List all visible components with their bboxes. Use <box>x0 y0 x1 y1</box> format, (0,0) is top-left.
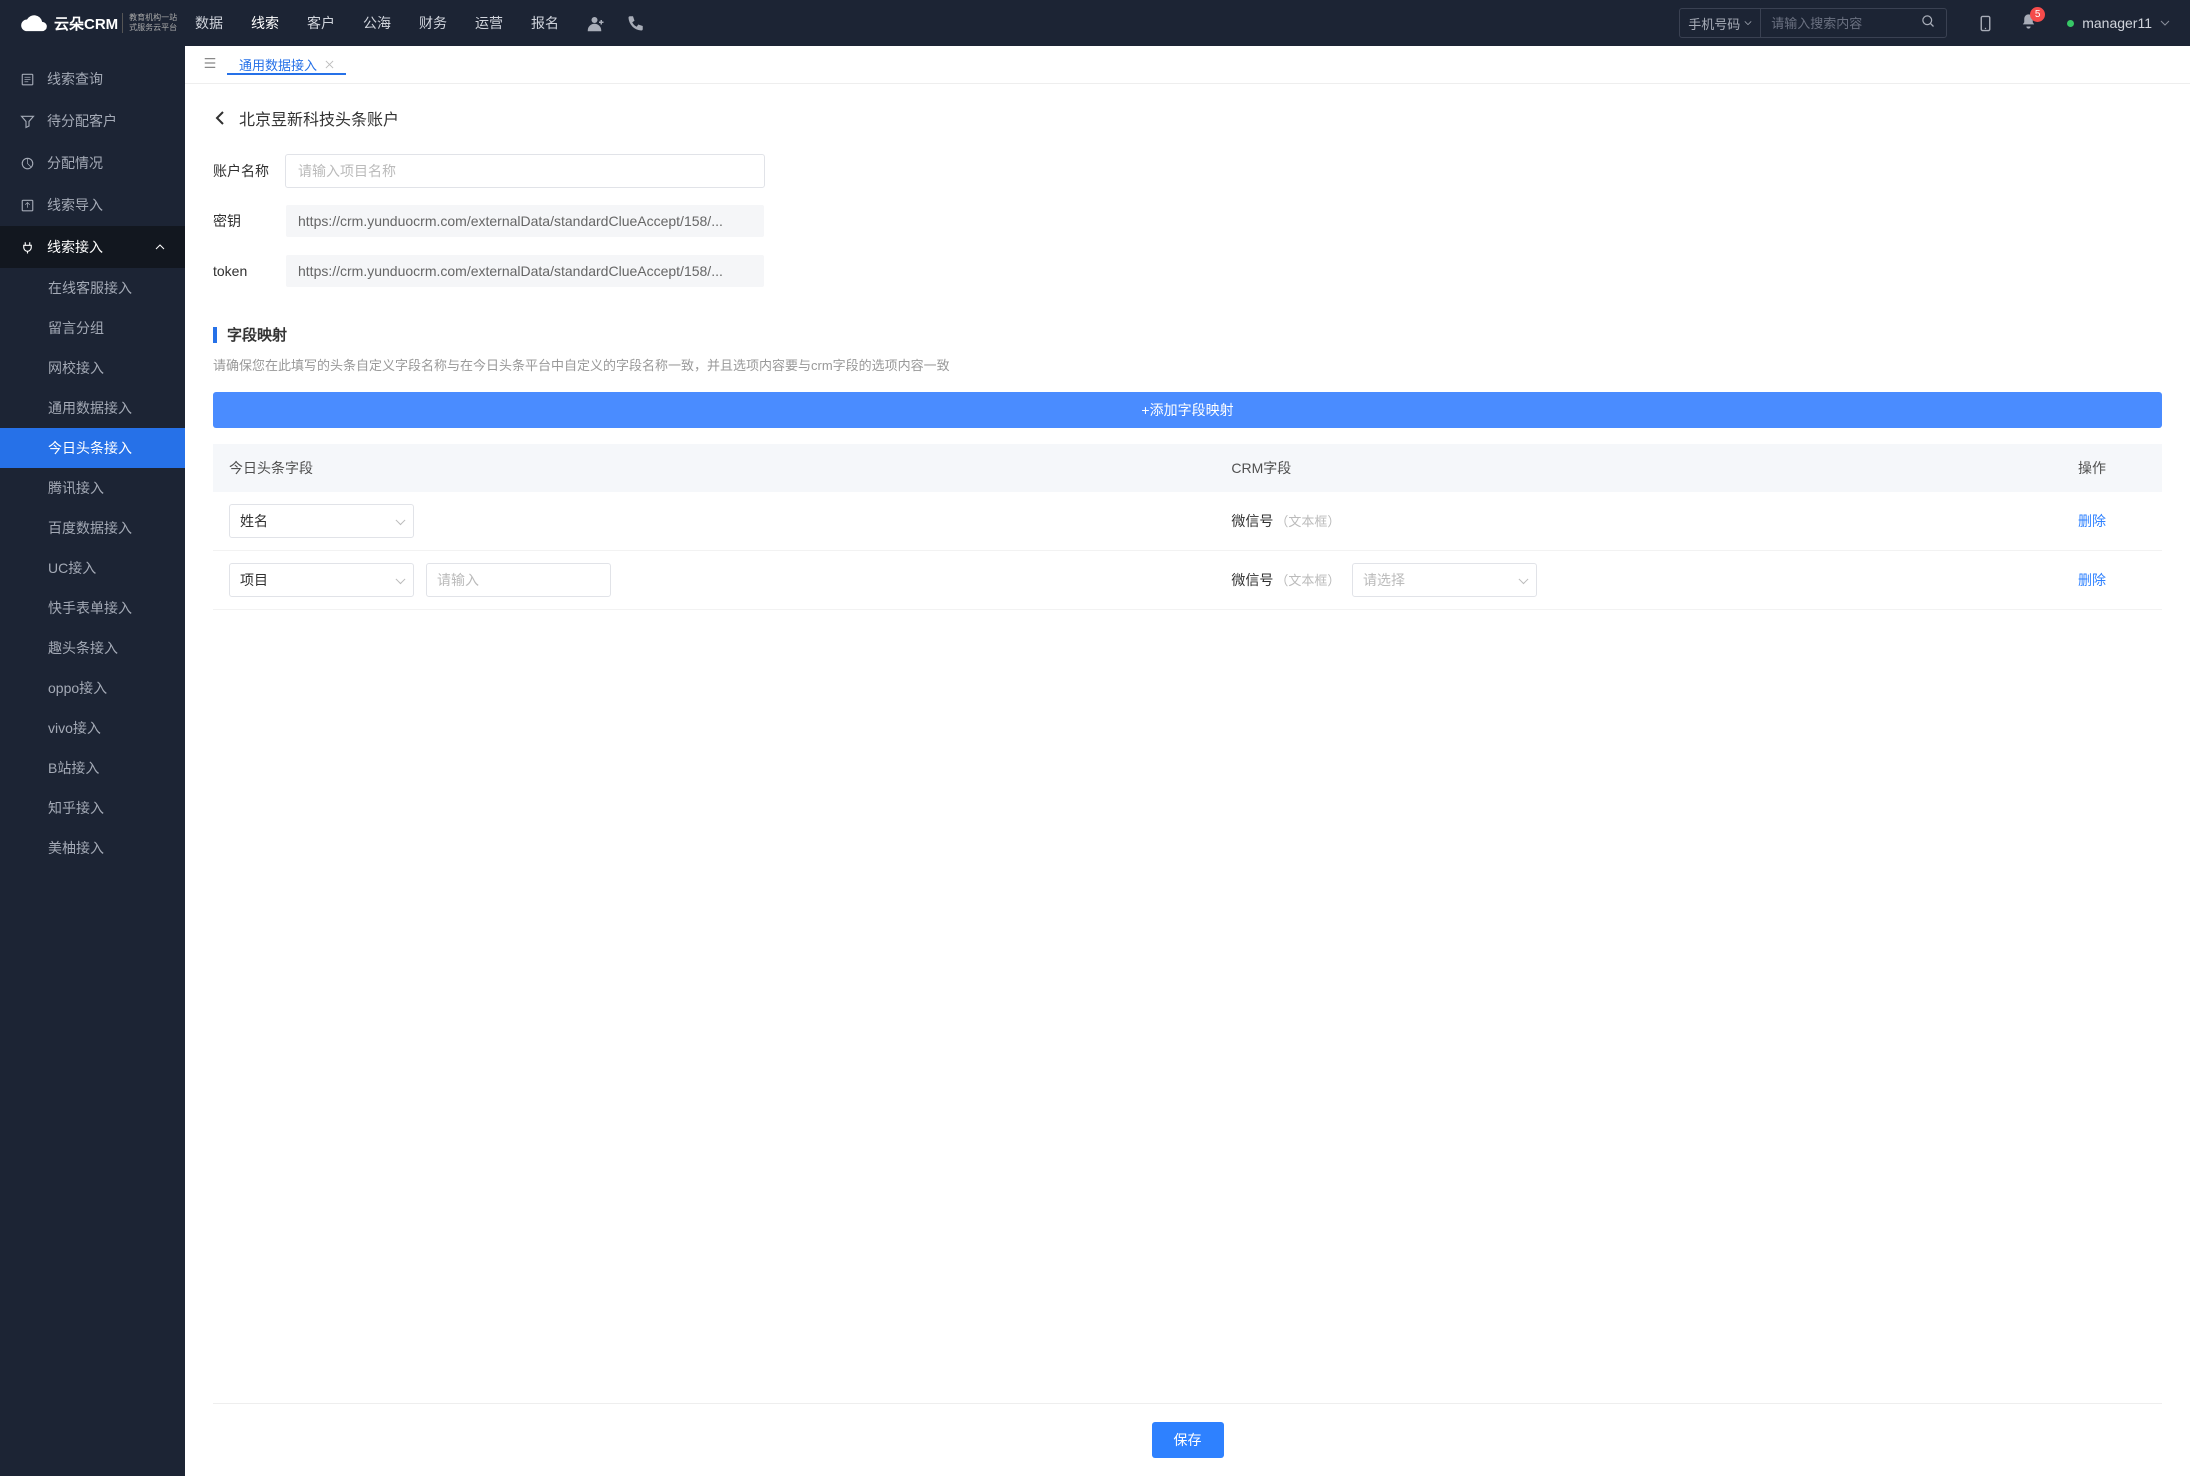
top-nav-item[interactable]: 客户 <box>307 9 335 37</box>
sidebar-item[interactable]: 线索查询 <box>0 58 185 100</box>
logo-cloud-icon <box>20 9 48 37</box>
toutiao-field-select[interactable]: 项目 <box>229 563 414 597</box>
sidebar-sub-item[interactable]: 知乎接入 <box>0 788 185 828</box>
account-name-label: 账户名称 <box>213 161 285 181</box>
user-plus-icon[interactable] <box>587 14 605 32</box>
page-title: 北京昱新科技头条账户 <box>239 106 399 130</box>
plug-icon <box>20 240 35 255</box>
tabs-bar: 通用数据接入 <box>185 46 2190 84</box>
mapping-section-title: 字段映射 <box>213 324 2162 345</box>
key-input[interactable] <box>285 204 765 238</box>
sidebar-sub-item[interactable]: oppo接入 <box>0 668 185 708</box>
close-icon <box>325 60 334 69</box>
sidebar-sub-item[interactable]: 通用数据接入 <box>0 388 185 428</box>
header-right-icons: 5 <box>1977 13 2037 33</box>
phone-icon[interactable] <box>627 14 645 32</box>
tabs-collapse-toggle[interactable] <box>193 56 227 73</box>
sidebar-sub-item[interactable]: 美柚接入 <box>0 828 185 868</box>
mapping-row: 姓名 微信号（文本框） 删除 <box>213 492 2162 551</box>
top-nav-item[interactable]: 线索 <box>251 9 279 37</box>
search-box: 手机号码 <box>1679 8 1947 38</box>
footer-actions: 保存 <box>213 1403 2162 1476</box>
account-name-input[interactable] <box>285 154 765 188</box>
sidebar-sub-item[interactable]: 在线客服接入 <box>0 268 185 308</box>
logo-brand: 云朵CRM <box>54 13 118 34</box>
add-mapping-button[interactable]: +添加字段映射 <box>213 392 2162 428</box>
sidebar-sub-item[interactable]: 百度数据接入 <box>0 508 185 548</box>
sidebar-sub-item[interactable]: UC接入 <box>0 548 185 588</box>
token-input[interactable] <box>285 254 765 288</box>
crm-field-select[interactable]: 请选择 <box>1352 563 1537 597</box>
token-label: token <box>213 263 285 279</box>
sidebar-sub-item[interactable]: 留言分组 <box>0 308 185 348</box>
sidebar-item[interactable]: 线索导入 <box>0 184 185 226</box>
logo-area: 云朵CRM 教育机构一站式服务云平台 <box>20 9 185 37</box>
pie-icon <box>20 156 35 171</box>
col-toutiao-field: 今日头条字段 <box>213 444 1215 492</box>
save-button[interactable]: 保存 <box>1152 1422 1224 1458</box>
sidebar-sub-item[interactable]: vivo接入 <box>0 708 185 748</box>
mapping-table: 今日头条字段 CRM字段 操作 姓名微信号（文本框）删除项目微信号（文本框） 请… <box>213 444 2162 610</box>
sidebar-sub-item[interactable]: 腾讯接入 <box>0 468 185 508</box>
caret-down-icon <box>1744 19 1752 27</box>
notification-badge: 5 <box>2030 7 2045 22</box>
sidebar: 线索查询待分配客户分配情况线索导入线索接入在线客服接入留言分组网校接入通用数据接… <box>0 46 185 1476</box>
user-name: manager11 <box>2082 15 2152 31</box>
search-icon <box>1921 14 1936 29</box>
chevron-up-icon <box>155 242 165 252</box>
chevron-left-icon <box>213 110 229 126</box>
crm-field-label: 微信号（文本框） <box>1231 511 1340 531</box>
mobile-icon[interactable] <box>1977 15 1994 32</box>
tab-close-button[interactable] <box>325 57 334 72</box>
delete-row-button[interactable]: 删除 <box>2078 513 2106 529</box>
logo-subtitle: 教育机构一站式服务云平台 <box>122 13 177 33</box>
mapping-hint: 请确保您在此填写的头条自定义字段名称与在今日头条平台中自定义的字段名称一致，并且… <box>213 355 2162 374</box>
status-dot-icon <box>2067 20 2074 27</box>
toutiao-field-name-input[interactable] <box>426 563 611 597</box>
main-content: 通用数据接入 北京昱新科技头条账户 账户名称 密钥 token 字段映射 <box>185 46 2190 1476</box>
top-nav-icons <box>587 14 645 32</box>
sidebar-item-expanded[interactable]: 线索接入 <box>0 226 185 268</box>
top-nav-item[interactable]: 公海 <box>363 9 391 37</box>
sidebar-sub-item[interactable]: 今日头条接入 <box>0 428 185 468</box>
search-button[interactable] <box>1911 9 1946 37</box>
delete-row-button[interactable]: 删除 <box>2078 572 2106 588</box>
caret-down-icon <box>2160 18 2170 28</box>
menu-collapse-icon <box>203 56 217 70</box>
top-nav-item[interactable]: 数据 <box>195 9 223 37</box>
toutiao-field-select[interactable]: 姓名 <box>229 504 414 538</box>
doc-icon <box>20 72 35 87</box>
sidebar-sub-item[interactable]: 趣头条接入 <box>0 628 185 668</box>
user-menu[interactable]: manager11 <box>2067 15 2170 31</box>
crm-field-label: 微信号（文本框） <box>1231 570 1340 590</box>
upload-icon <box>20 198 35 213</box>
top-nav: 数据线索客户公海财务运营报名 <box>195 9 559 37</box>
top-nav-item[interactable]: 报名 <box>531 9 559 37</box>
mapping-row: 项目 微信号（文本框） 请选择 删除 <box>213 551 2162 610</box>
key-label: 密钥 <box>213 211 285 231</box>
sidebar-item[interactable]: 待分配客户 <box>0 100 185 142</box>
notifications[interactable]: 5 <box>2020 13 2037 33</box>
sidebar-item[interactable]: 分配情况 <box>0 142 185 184</box>
search-type-select[interactable]: 手机号码 <box>1680 9 1761 37</box>
col-crm-field: CRM字段 <box>1215 444 2062 492</box>
top-nav-item[interactable]: 运营 <box>475 9 503 37</box>
col-action: 操作 <box>2062 444 2162 492</box>
top-nav-item[interactable]: 财务 <box>419 9 447 37</box>
sidebar-sub-item[interactable]: 网校接入 <box>0 348 185 388</box>
sidebar-sub-item[interactable]: B站接入 <box>0 748 185 788</box>
content-tab[interactable]: 通用数据接入 <box>227 55 346 74</box>
search-input[interactable] <box>1761 9 1911 37</box>
filter-icon <box>20 114 35 129</box>
breadcrumb-back[interactable]: 北京昱新科技头条账户 <box>213 106 2162 130</box>
sidebar-sub-item[interactable]: 快手表单接入 <box>0 588 185 628</box>
top-header: 云朵CRM 教育机构一站式服务云平台 数据线索客户公海财务运营报名 手机号码 5… <box>0 0 2190 46</box>
